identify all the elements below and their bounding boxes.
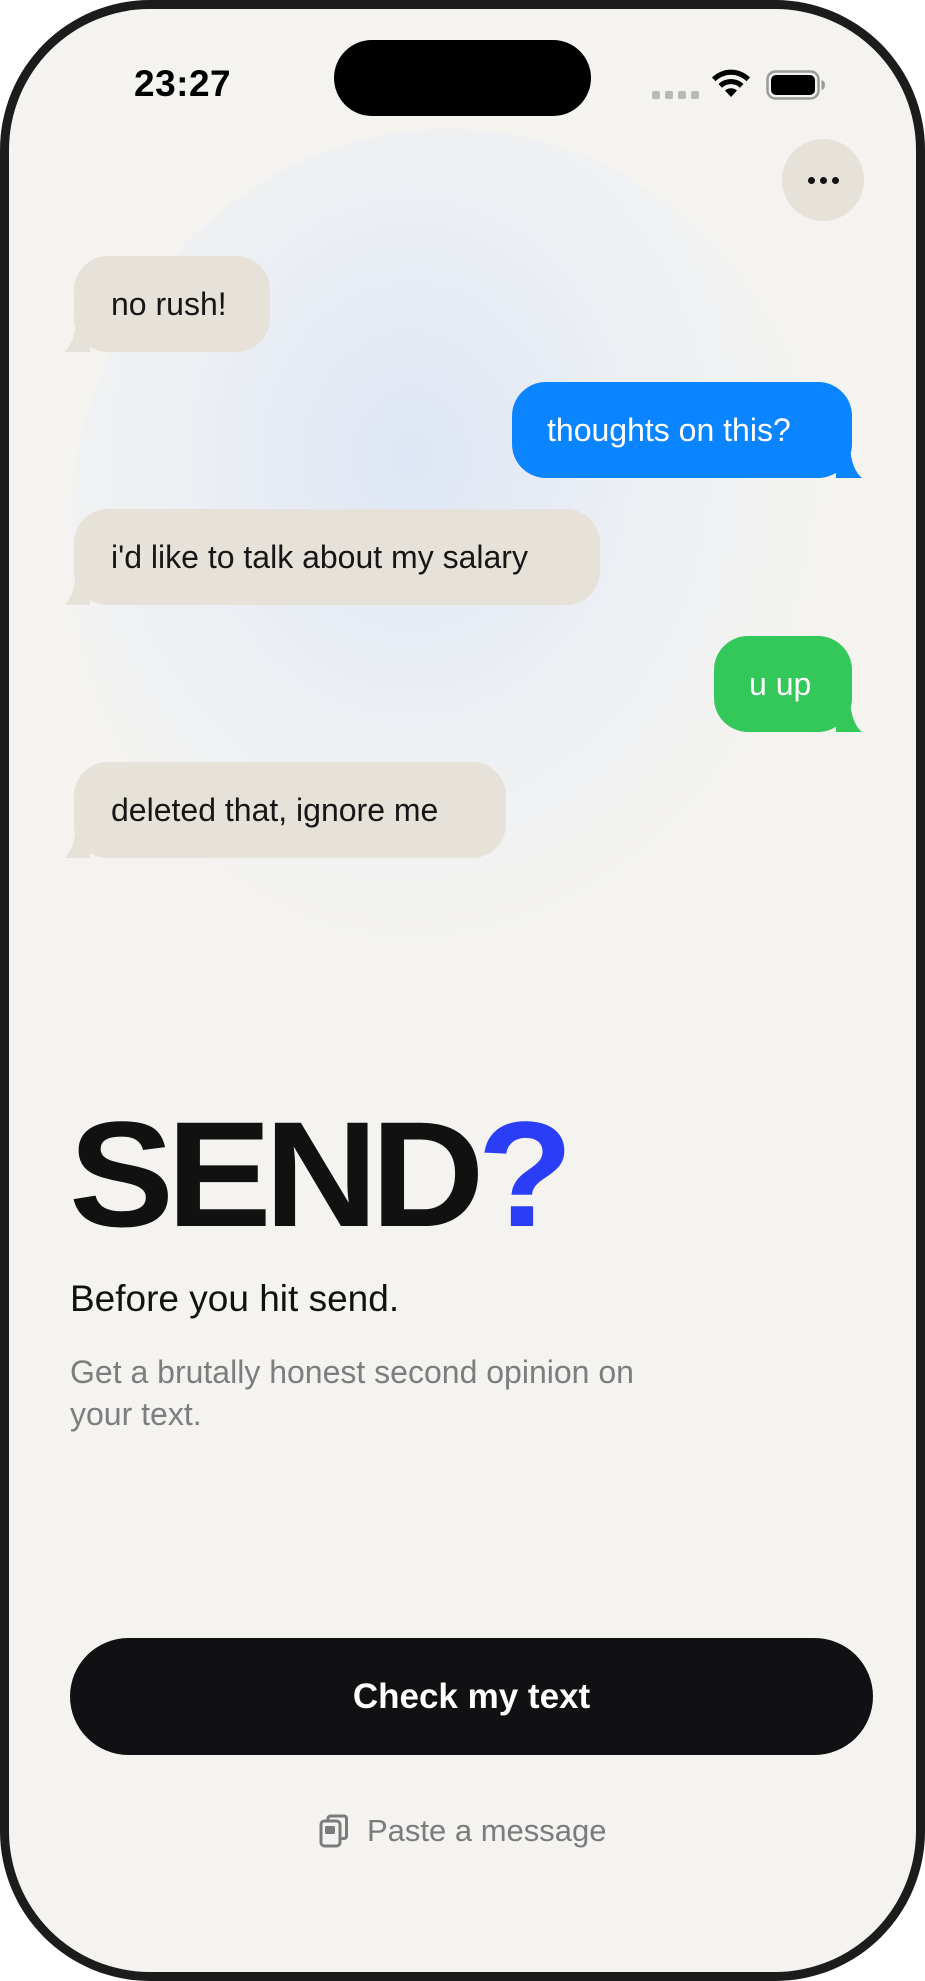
clipboard-icon <box>319 1814 348 1848</box>
message-bubble-incoming: deleted that, ignore me <box>64 762 506 858</box>
tagline: Before you hit send. <box>70 1278 400 1319</box>
message-text: thoughts on this? <box>547 411 791 448</box>
message-text: u up <box>749 665 812 702</box>
dynamic-island <box>334 40 591 116</box>
message-bubble-incoming: i'd like to talk about my salary <box>64 509 600 605</box>
more-options-button[interactable] <box>782 139 864 221</box>
app-screen: 23:27 no rush! thoughts on this? i'd lik… <box>9 9 916 1972</box>
cellular-signal-icon <box>652 91 700 99</box>
message-text: no rush! <box>111 285 227 322</box>
wordmark-text: SEND <box>69 1090 485 1258</box>
description: Get a brutally honest second opinion on … <box>70 1354 634 1432</box>
message-text: deleted that, ignore me <box>111 791 439 828</box>
bubble-tail <box>64 575 90 605</box>
ellipsis-icon-dot <box>819 176 827 184</box>
check-my-text-button[interactable]: Check my text <box>70 1638 873 1755</box>
paste-message-label: Paste a message <box>367 1813 607 1848</box>
bubble-tail <box>64 828 90 858</box>
ellipsis-icon <box>807 176 815 184</box>
bubble-tail <box>64 322 90 352</box>
message-text: i'd like to talk about my salary <box>111 538 528 575</box>
device-frame: 23:27 no rush! thoughts on this? i'd lik… <box>0 0 925 1981</box>
message-bubble-outgoing: u up <box>714 636 862 732</box>
ellipsis-icon-dot <box>831 176 839 184</box>
check-my-text-label: Check my text <box>352 1676 591 1716</box>
wifi-icon <box>712 69 750 97</box>
app-logo-wordmark: SEND? <box>69 1099 573 1249</box>
message-bubble-incoming: no rush! <box>64 256 270 352</box>
bubble-tail <box>836 702 862 732</box>
battery-icon <box>766 70 825 100</box>
status-time: 23:27 <box>134 63 232 104</box>
message-bubble-outgoing: thoughts on this? <box>512 382 862 478</box>
paste-message-button[interactable]: Paste a message <box>319 1809 607 1853</box>
wordmark-question-mark: ? <box>477 1090 574 1258</box>
bubble-tail <box>836 448 862 478</box>
